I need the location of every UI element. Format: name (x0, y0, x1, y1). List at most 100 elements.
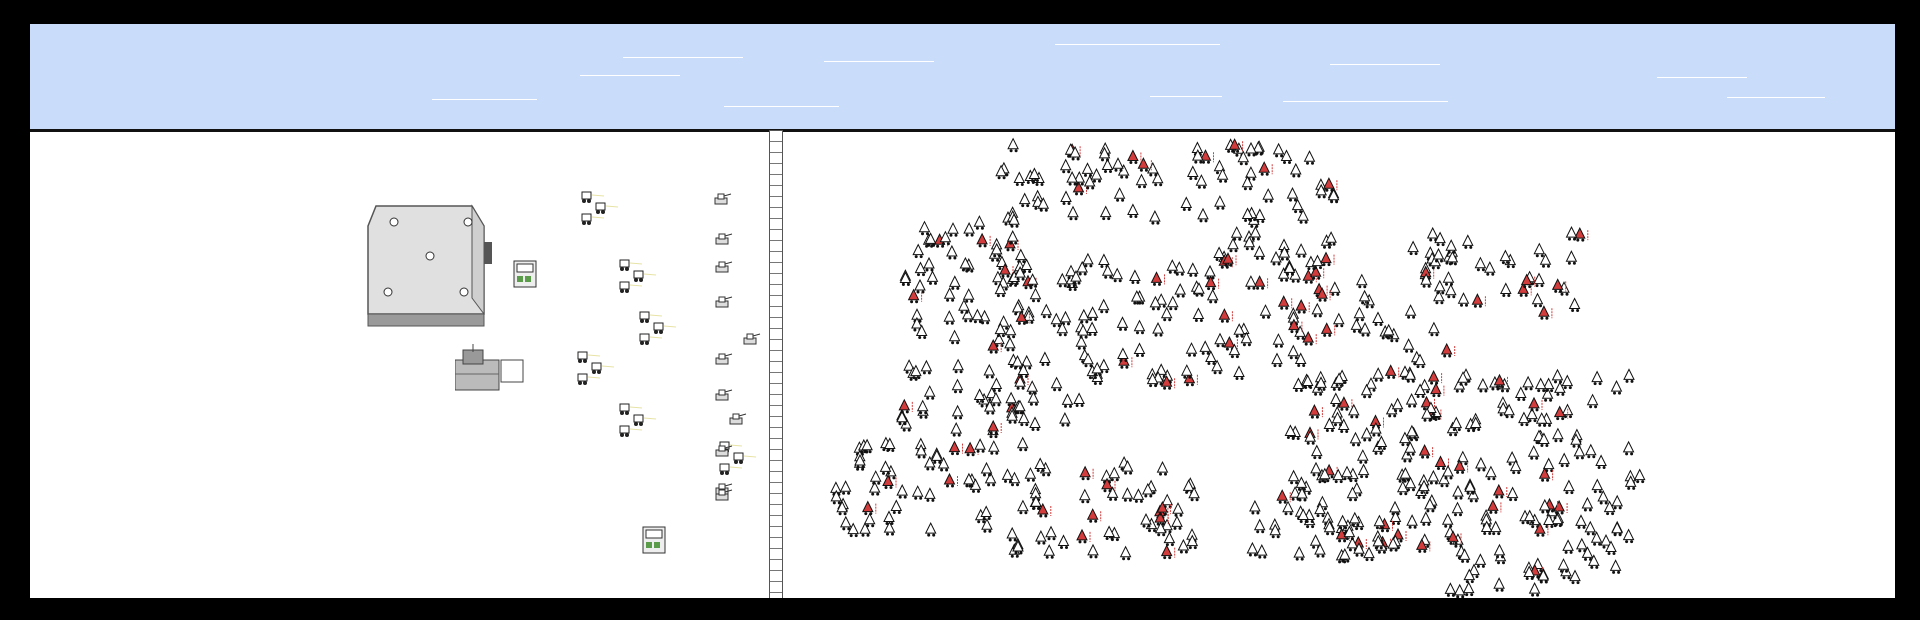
triangle-creature-icon[interactable] (1314, 542, 1326, 558)
triangle-creature-icon[interactable] (914, 261, 927, 277)
triangle-creature-icon[interactable] (1045, 525, 1057, 541)
red-flag-creature-icon[interactable] (948, 440, 963, 456)
triangle-creature-icon[interactable] (1090, 167, 1103, 183)
triangle-creature-icon[interactable] (1584, 443, 1597, 459)
triangle-creature-icon[interactable] (1358, 289, 1371, 305)
triangle-creature-icon[interactable] (1610, 379, 1623, 395)
triangle-creature-icon[interactable] (1633, 468, 1646, 484)
red-flag-creature-icon[interactable] (1471, 293, 1486, 308)
triangle-creature-icon[interactable] (1506, 486, 1519, 502)
red-flag-creature-icon[interactable] (907, 288, 923, 304)
triangle-creature-icon[interactable] (1341, 465, 1353, 481)
triangle-creature-icon[interactable] (1533, 242, 1546, 258)
triangle-creature-icon[interactable] (1078, 488, 1091, 504)
triangle-creature-icon[interactable] (896, 483, 909, 499)
triangle-creature-icon[interactable] (1531, 292, 1544, 308)
triangle-creature-icon[interactable] (1489, 520, 1502, 536)
triangle-creature-icon[interactable] (1050, 376, 1063, 392)
red-flag-creature-icon[interactable] (1384, 364, 1400, 379)
triangle-creature-icon[interactable] (896, 410, 908, 426)
triangle-creature-icon[interactable] (1199, 340, 1212, 355)
triangle-creature-icon[interactable] (963, 221, 975, 237)
triangle-creature-icon[interactable] (1001, 468, 1014, 483)
triangle-creature-icon[interactable] (1407, 240, 1419, 256)
triangle-creature-icon[interactable] (1581, 546, 1594, 561)
triangle-creature-icon[interactable] (1462, 581, 1475, 597)
triangle-creature-icon[interactable] (1113, 187, 1126, 202)
triangle-creature-icon[interactable] (1121, 487, 1134, 502)
triangle-creature-icon[interactable] (1081, 162, 1094, 177)
red-flag-creature-icon[interactable] (1573, 226, 1589, 242)
triangle-creature-icon[interactable] (1018, 192, 1031, 208)
red-flag-creature-icon[interactable] (1538, 305, 1553, 320)
triangle-creature-icon[interactable] (1373, 514, 1386, 530)
triangle-creature-icon[interactable] (1192, 307, 1205, 323)
triangle-creature-icon[interactable] (1272, 142, 1285, 158)
triangle-creature-icon[interactable] (1355, 273, 1368, 289)
triangle-creature-icon[interactable] (1404, 304, 1417, 319)
triangle-creature-icon[interactable] (1289, 162, 1302, 178)
triangle-creature-icon[interactable] (1477, 377, 1489, 393)
triangle-creature-icon[interactable] (1552, 427, 1564, 443)
triangle-creature-icon[interactable] (1077, 308, 1090, 324)
red-flag-creature-icon[interactable] (1150, 271, 1165, 286)
triangle-creature-icon[interactable] (1434, 231, 1446, 247)
triangle-creature-icon[interactable] (1518, 411, 1530, 427)
triangle-creature-icon[interactable] (1050, 312, 1063, 328)
red-flag-creature-icon[interactable] (1160, 544, 1176, 560)
triangle-creature-icon[interactable] (1597, 489, 1610, 505)
triangle-creature-icon[interactable] (1332, 312, 1345, 328)
triangle-creature-icon[interactable] (980, 461, 993, 477)
triangle-creature-icon[interactable] (1271, 352, 1283, 368)
triangle-creature-icon[interactable] (1197, 207, 1209, 223)
red-flag-creature-icon[interactable] (1487, 499, 1502, 514)
triangle-creature-icon[interactable] (973, 215, 986, 230)
red-flag-creature-icon[interactable] (1418, 443, 1434, 459)
triangle-creature-icon[interactable] (1581, 496, 1594, 512)
triangle-creature-icon[interactable] (1149, 209, 1161, 225)
red-flag-creature-icon[interactable] (1258, 161, 1273, 176)
triangle-creature-icon[interactable] (951, 378, 964, 394)
triangle-creature-icon[interactable] (1133, 342, 1146, 358)
triangle-creature-icon[interactable] (1428, 321, 1440, 337)
triangle-creature-icon[interactable] (1623, 368, 1635, 383)
triangle-creature-icon[interactable] (1461, 234, 1474, 249)
triangle-creature-icon[interactable] (1214, 195, 1226, 210)
triangle-creature-icon[interactable] (1464, 480, 1476, 495)
triangle-creature-icon[interactable] (1444, 582, 1457, 597)
triangle-creature-icon[interactable] (1227, 237, 1239, 253)
triangle-creature-icon[interactable] (1206, 288, 1219, 304)
triangle-creature-icon[interactable] (1216, 168, 1229, 183)
triangle-creature-icon[interactable] (918, 220, 931, 236)
triangle-creature-icon[interactable] (987, 440, 1000, 455)
triangle-creature-icon[interactable] (943, 287, 956, 302)
triangle-creature-icon[interactable] (1061, 393, 1074, 408)
triangle-creature-icon[interactable] (923, 385, 936, 400)
triangle-creature-icon[interactable] (1286, 186, 1299, 202)
triangle-creature-icon[interactable] (1135, 173, 1148, 189)
triangle-creature-icon[interactable] (1328, 281, 1341, 296)
triangle-creature-icon[interactable] (1359, 321, 1371, 337)
triangle-creature-icon[interactable] (1291, 198, 1304, 214)
triangle-creature-icon[interactable] (1151, 171, 1164, 187)
triangle-creature-icon[interactable] (1287, 344, 1300, 360)
triangle-creature-icon[interactable] (1357, 463, 1370, 479)
triangle-creature-icon[interactable] (1499, 249, 1512, 265)
triangle-creature-icon[interactable] (930, 449, 943, 464)
red-flag-creature-icon[interactable] (1076, 528, 1091, 544)
triangle-creature-icon[interactable] (1584, 520, 1597, 536)
triangle-creature-icon[interactable] (983, 363, 996, 379)
triangle-creature-icon[interactable] (1303, 150, 1316, 165)
triangle-creature-icon[interactable] (1253, 245, 1266, 260)
triangle-creature-icon[interactable] (1133, 319, 1146, 335)
triangle-creature-icon[interactable] (1180, 196, 1193, 212)
red-flag-creature-icon[interactable] (1528, 396, 1543, 412)
triangle-creature-icon[interactable] (926, 270, 939, 285)
triangle-creature-icon[interactable] (1419, 511, 1432, 526)
triangle-creature-icon[interactable] (1611, 494, 1624, 510)
triangle-creature-icon[interactable] (924, 521, 937, 537)
triangle-creature-icon[interactable] (1172, 502, 1184, 517)
red-flag-creature-icon[interactable] (1308, 403, 1323, 419)
triangle-creature-icon[interactable] (1127, 203, 1139, 219)
triangle-creature-icon[interactable] (1087, 543, 1099, 559)
